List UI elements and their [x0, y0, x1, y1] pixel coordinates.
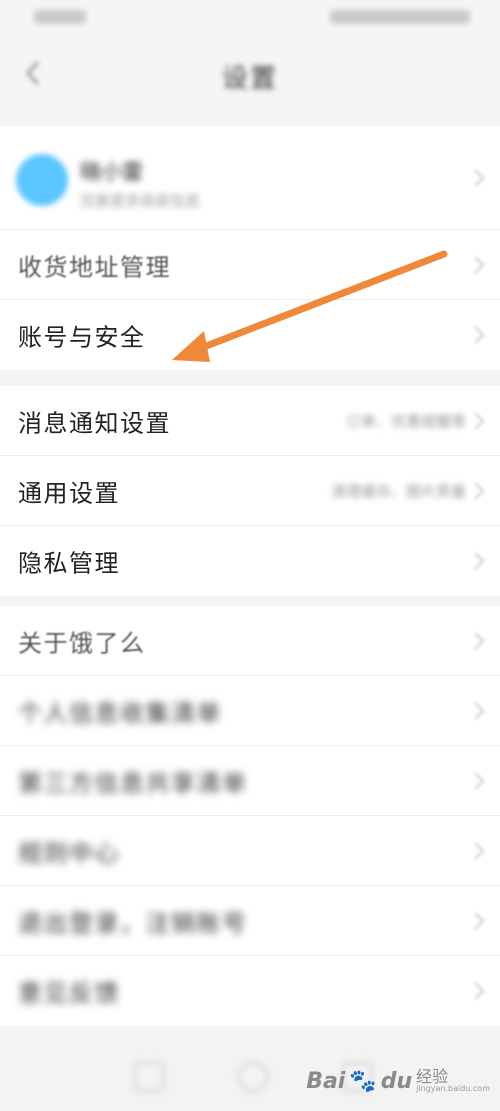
signal-icon — [34, 10, 86, 24]
tab-discover-icon[interactable] — [238, 1062, 268, 1092]
baidu-jingyan-watermark: Bai 🐾 du 经验 jingyan.baidu.com — [306, 1059, 490, 1103]
row-label: 消息通知设置 — [18, 409, 171, 437]
row-label: 退出登录，注销账号 — [18, 909, 248, 937]
chevron-right-icon — [467, 482, 485, 499]
battery-time-indicator — [330, 10, 470, 24]
chevron-right-icon — [467, 912, 485, 929]
row-value: 订单、优惠提醒等 — [345, 412, 466, 430]
logout-row[interactable]: 退出登录，注销账号 — [0, 886, 500, 956]
row-label: 意见反馈 — [18, 979, 120, 1008]
chevron-right-icon — [467, 169, 485, 186]
row-label: 通用设置 — [18, 479, 120, 507]
watermark-cn: 经验 — [416, 1067, 449, 1086]
feedback-row[interactable]: 意见反馈 — [0, 956, 500, 1026]
chevron-right-icon — [467, 772, 485, 789]
profile-subtitle: 完善更多商家信息 — [80, 192, 201, 210]
chevron-right-icon — [467, 552, 485, 570]
paw-icon: 🐾 — [349, 1068, 377, 1094]
chevron-right-icon — [467, 412, 485, 429]
about-section: 关于饿了么 个人信息收集清单 第三方信息共享清单 规则中心 退出登录，注销账号 … — [0, 606, 500, 1026]
nav-bar: 设置 — [0, 36, 500, 112]
chevron-right-icon — [467, 702, 485, 719]
notification-settings-row[interactable]: 消息通知设置 订单、优惠提醒等 — [0, 386, 500, 456]
address-management-row[interactable]: 收货地址管理 — [0, 230, 500, 300]
status-bar — [0, 0, 500, 36]
chevron-right-icon — [467, 842, 485, 859]
tab-home-icon[interactable] — [134, 1062, 164, 1092]
rules-center-row[interactable]: 规则中心 — [0, 816, 500, 886]
chevron-right-icon — [467, 326, 485, 344]
watermark-brand: Bai — [306, 1068, 346, 1094]
row-value: 清理缓存、图片质量 — [330, 482, 466, 500]
row-label: 隐私管理 — [18, 549, 120, 578]
chevron-right-icon — [467, 982, 485, 1000]
row-label: 个人信息收集清单 — [18, 699, 222, 727]
row-label: 第三方信息共享清单 — [18, 769, 248, 797]
profile-row[interactable]: 晓小雷 完善更多商家信息 — [0, 126, 500, 230]
settings-section: 消息通知设置 订单、优惠提醒等 通用设置 清理缓存、图片质量 隐私管理 — [0, 386, 500, 596]
privacy-management-row[interactable]: 隐私管理 — [0, 526, 500, 596]
row-label: 收货地址管理 — [18, 253, 171, 281]
personal-info-list-row[interactable]: 个人信息收集清单 — [0, 676, 500, 746]
watermark-url: jingyan.baidu.com — [416, 1084, 490, 1093]
chevron-right-icon — [467, 256, 485, 273]
watermark-brand-suffix: du — [380, 1068, 413, 1094]
avatar — [16, 154, 68, 206]
account-security-row[interactable]: 账号与安全 — [0, 300, 500, 370]
third-party-sharing-row[interactable]: 第三方信息共享清单 — [0, 746, 500, 816]
row-label: 账号与安全 — [18, 323, 146, 352]
about-row[interactable]: 关于饿了么 — [0, 606, 500, 676]
account-section: 晓小雷 完善更多商家信息 收货地址管理 账号与安全 — [0, 126, 500, 370]
page-title: 设置 — [221, 64, 278, 94]
row-label: 规则中心 — [18, 839, 120, 867]
profile-name: 晓小雷 — [80, 160, 143, 184]
chevron-right-icon — [467, 632, 485, 649]
general-settings-row[interactable]: 通用设置 清理缓存、图片质量 — [0, 456, 500, 526]
row-label: 关于饿了么 — [18, 629, 146, 657]
